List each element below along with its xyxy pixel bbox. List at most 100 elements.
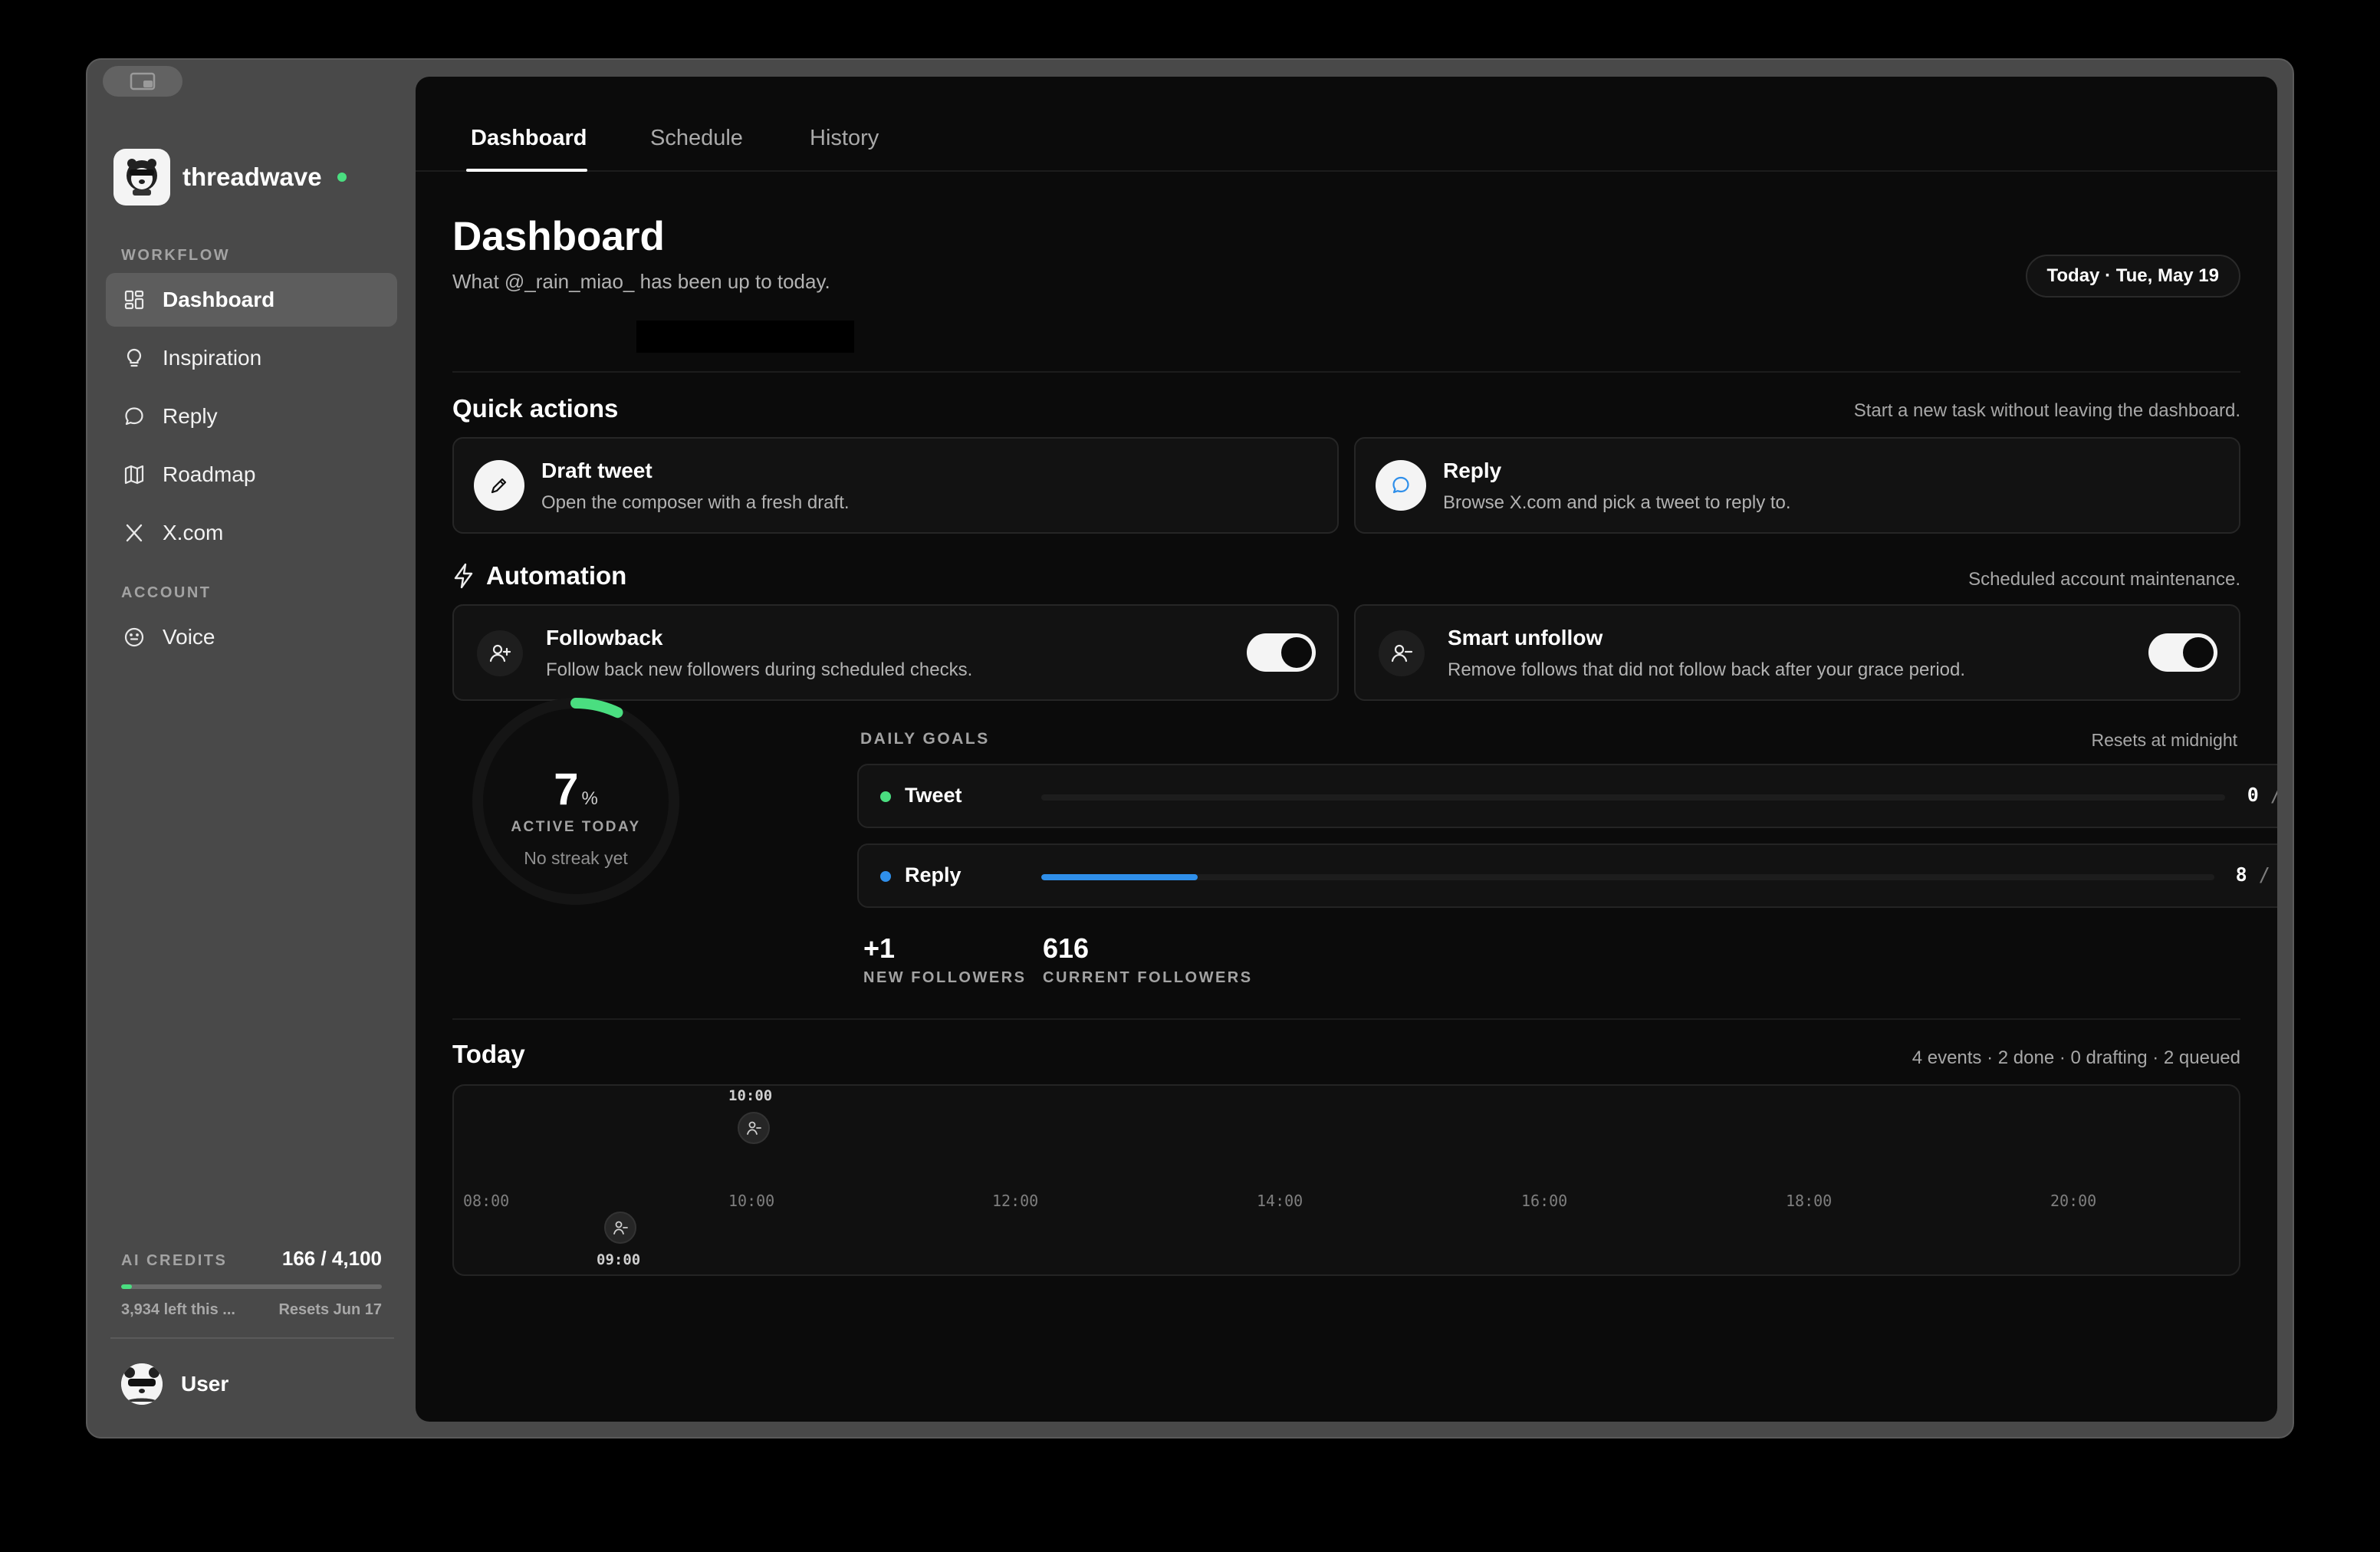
chat-bubble-icon [123, 405, 146, 428]
toggle-knob [2183, 637, 2214, 668]
activity-ring: 7% ACTIVE TODAY No streak yet [465, 690, 687, 912]
sidebar: threadwave WORKFLOW Dashboard Inspiratio… [87, 60, 417, 1437]
daily-goals-hint: Resets at midnight [2091, 730, 2237, 750]
sidebar-item-label: Inspiration [163, 346, 262, 370]
active-tab-indicator [466, 169, 587, 172]
user-menu[interactable]: User [121, 1363, 228, 1405]
activity-percent-unit: % [581, 788, 598, 809]
followback-toggle[interactable] [1247, 633, 1316, 672]
today-timeline[interactable]: 08:00 10:00 12:00 14:00 16:00 18:00 20:0… [452, 1084, 2240, 1276]
sidebar-item-label: X.com [163, 521, 224, 544]
sidebar-item-inspiration[interactable]: Inspiration [106, 331, 397, 385]
x-logo-icon [123, 521, 146, 544]
sidebar-item-reply[interactable]: Reply [106, 390, 397, 443]
tab-schedule[interactable]: Schedule [650, 126, 743, 151]
smart-unfollow-toggle[interactable] [2148, 633, 2217, 672]
automation-hint: Scheduled account maintenance. [1968, 569, 2240, 590]
goal-progress-fill [1041, 874, 1198, 880]
followback-card: Followback Follow back new followers dur… [452, 604, 1339, 701]
quick-actions-hint: Start a new task without leaving the das… [1853, 400, 2240, 421]
user-icon [613, 1221, 628, 1235]
card-description: Remove follows that did not follow back … [1448, 659, 1966, 680]
goal-row-tweet: Tweet 0 / 3 [857, 764, 2277, 828]
quick-actions-title: Quick actions [452, 394, 619, 423]
toggle-knob [1281, 637, 1312, 668]
stat-current-followers: 616 CURRENT FOLLOWERS [1043, 932, 1253, 987]
timeline-tick: 16:00 [1521, 1192, 1568, 1210]
card-description: Follow back new followers during schedul… [546, 659, 973, 680]
card-description: Open the composer with a fresh draft. [541, 492, 850, 513]
pencil-icon [474, 460, 524, 511]
reply-card[interactable]: Reply Browse X.com and pick a tweet to r… [1354, 437, 2240, 534]
event-time: 09:00 [597, 1251, 641, 1268]
goal-progress-track [1041, 794, 2225, 801]
goal-current: 8 [2235, 863, 2247, 886]
sidebar-item-dashboard[interactable]: Dashboard [106, 273, 397, 327]
ai-credits-left: 3,934 left this ... [121, 1301, 235, 1318]
stat-new-followers: +1 NEW FOLLOWERS [863, 932, 1026, 987]
sidebar-item-label: Roadmap [163, 462, 256, 486]
chat-bubble-icon [1376, 460, 1426, 511]
sidebar-item-label: Reply [163, 404, 218, 428]
goal-dot [880, 791, 891, 802]
card-title: Followback [546, 626, 663, 649]
tab-history[interactable]: History [810, 126, 879, 151]
timeline-tick: 10:00 [728, 1192, 775, 1210]
smart-unfollow-card: Smart unfollow Remove follows that did n… [1354, 604, 2240, 701]
activity-label: ACTIVE TODAY [511, 819, 641, 835]
section-divider [452, 1018, 2240, 1020]
sidebar-item-roadmap[interactable]: Roadmap [106, 448, 397, 501]
timeline-tick: 18:00 [1786, 1192, 1833, 1210]
timeline-tick: 14:00 [1257, 1192, 1303, 1210]
timeline-event[interactable] [604, 1212, 636, 1244]
goal-progress-track [1041, 874, 2214, 880]
timeline-tick: 20:00 [2050, 1192, 2097, 1210]
main-panel: Dashboard Schedule History Dashboard Wha… [416, 77, 2277, 1422]
goal-row-reply: Reply 8 / 60 [857, 843, 2277, 908]
stat-value: +1 [863, 932, 896, 964]
ai-credits-value: 166 / 4,100 [281, 1247, 382, 1270]
timeline-tick: 12:00 [992, 1192, 1039, 1210]
header-divider [452, 371, 2240, 373]
sidebar-item-label: Voice [163, 625, 215, 649]
goal-count: 0 / 3 [2247, 784, 2277, 806]
ai-credits-progress-bar [121, 1284, 382, 1289]
stat-value: 616 [1043, 932, 1090, 964]
app-window: threadwave WORKFLOW Dashboard Inspiratio… [86, 58, 2294, 1439]
card-description: Browse X.com and pick a tweet to reply t… [1443, 492, 1791, 513]
sidebar-divider [110, 1337, 394, 1339]
today-summary: 4 events · 2 done · 0 drafting · 2 queue… [1912, 1047, 2240, 1068]
online-status-dot [337, 173, 347, 182]
daily-goals-label: DAILY GOALS [860, 730, 990, 748]
user-minus-icon [1379, 630, 1425, 676]
streak-text: No streak yet [524, 848, 628, 868]
draft-tweet-card[interactable]: Draft tweet Open the composer with a fre… [452, 437, 1339, 534]
lightning-icon [454, 563, 473, 589]
sidebar-item-label: Dashboard [163, 288, 275, 311]
user-plus-icon [477, 630, 523, 676]
tab-dashboard[interactable]: Dashboard [471, 126, 587, 151]
event-time: 10:00 [728, 1087, 773, 1104]
tab-bar: Dashboard Schedule History [416, 77, 2277, 172]
brand[interactable]: threadwave [113, 149, 347, 206]
sidebar-item-voice[interactable]: Voice [106, 610, 397, 664]
goal-count: 8 / 60 [2235, 863, 2270, 886]
redacted-region [636, 321, 854, 353]
user-icon [747, 1121, 761, 1135]
activity-percent: 7 [554, 764, 579, 814]
brand-name: threadwave [182, 163, 322, 191]
card-title: Smart unfollow [1448, 626, 1603, 649]
timeline-tick: 08:00 [463, 1192, 510, 1210]
automation-title: Automation [486, 561, 627, 590]
date-selector[interactable]: Today · Tue, May 19 [2025, 255, 2240, 298]
smiley-icon [123, 626, 146, 649]
avatar [121, 1363, 163, 1405]
card-title: Reply [1443, 459, 1502, 482]
stat-label: NEW FOLLOWERS [863, 969, 1027, 986]
page-title: Dashboard [452, 214, 665, 259]
timeline-event[interactable] [738, 1112, 770, 1144]
goal-name: Tweet [905, 784, 962, 807]
ai-credits-label: AI CREDITS [121, 1252, 228, 1269]
sidebar-item-x-com[interactable]: X.com [106, 506, 397, 560]
ai-credits-progress-fill [121, 1284, 132, 1289]
